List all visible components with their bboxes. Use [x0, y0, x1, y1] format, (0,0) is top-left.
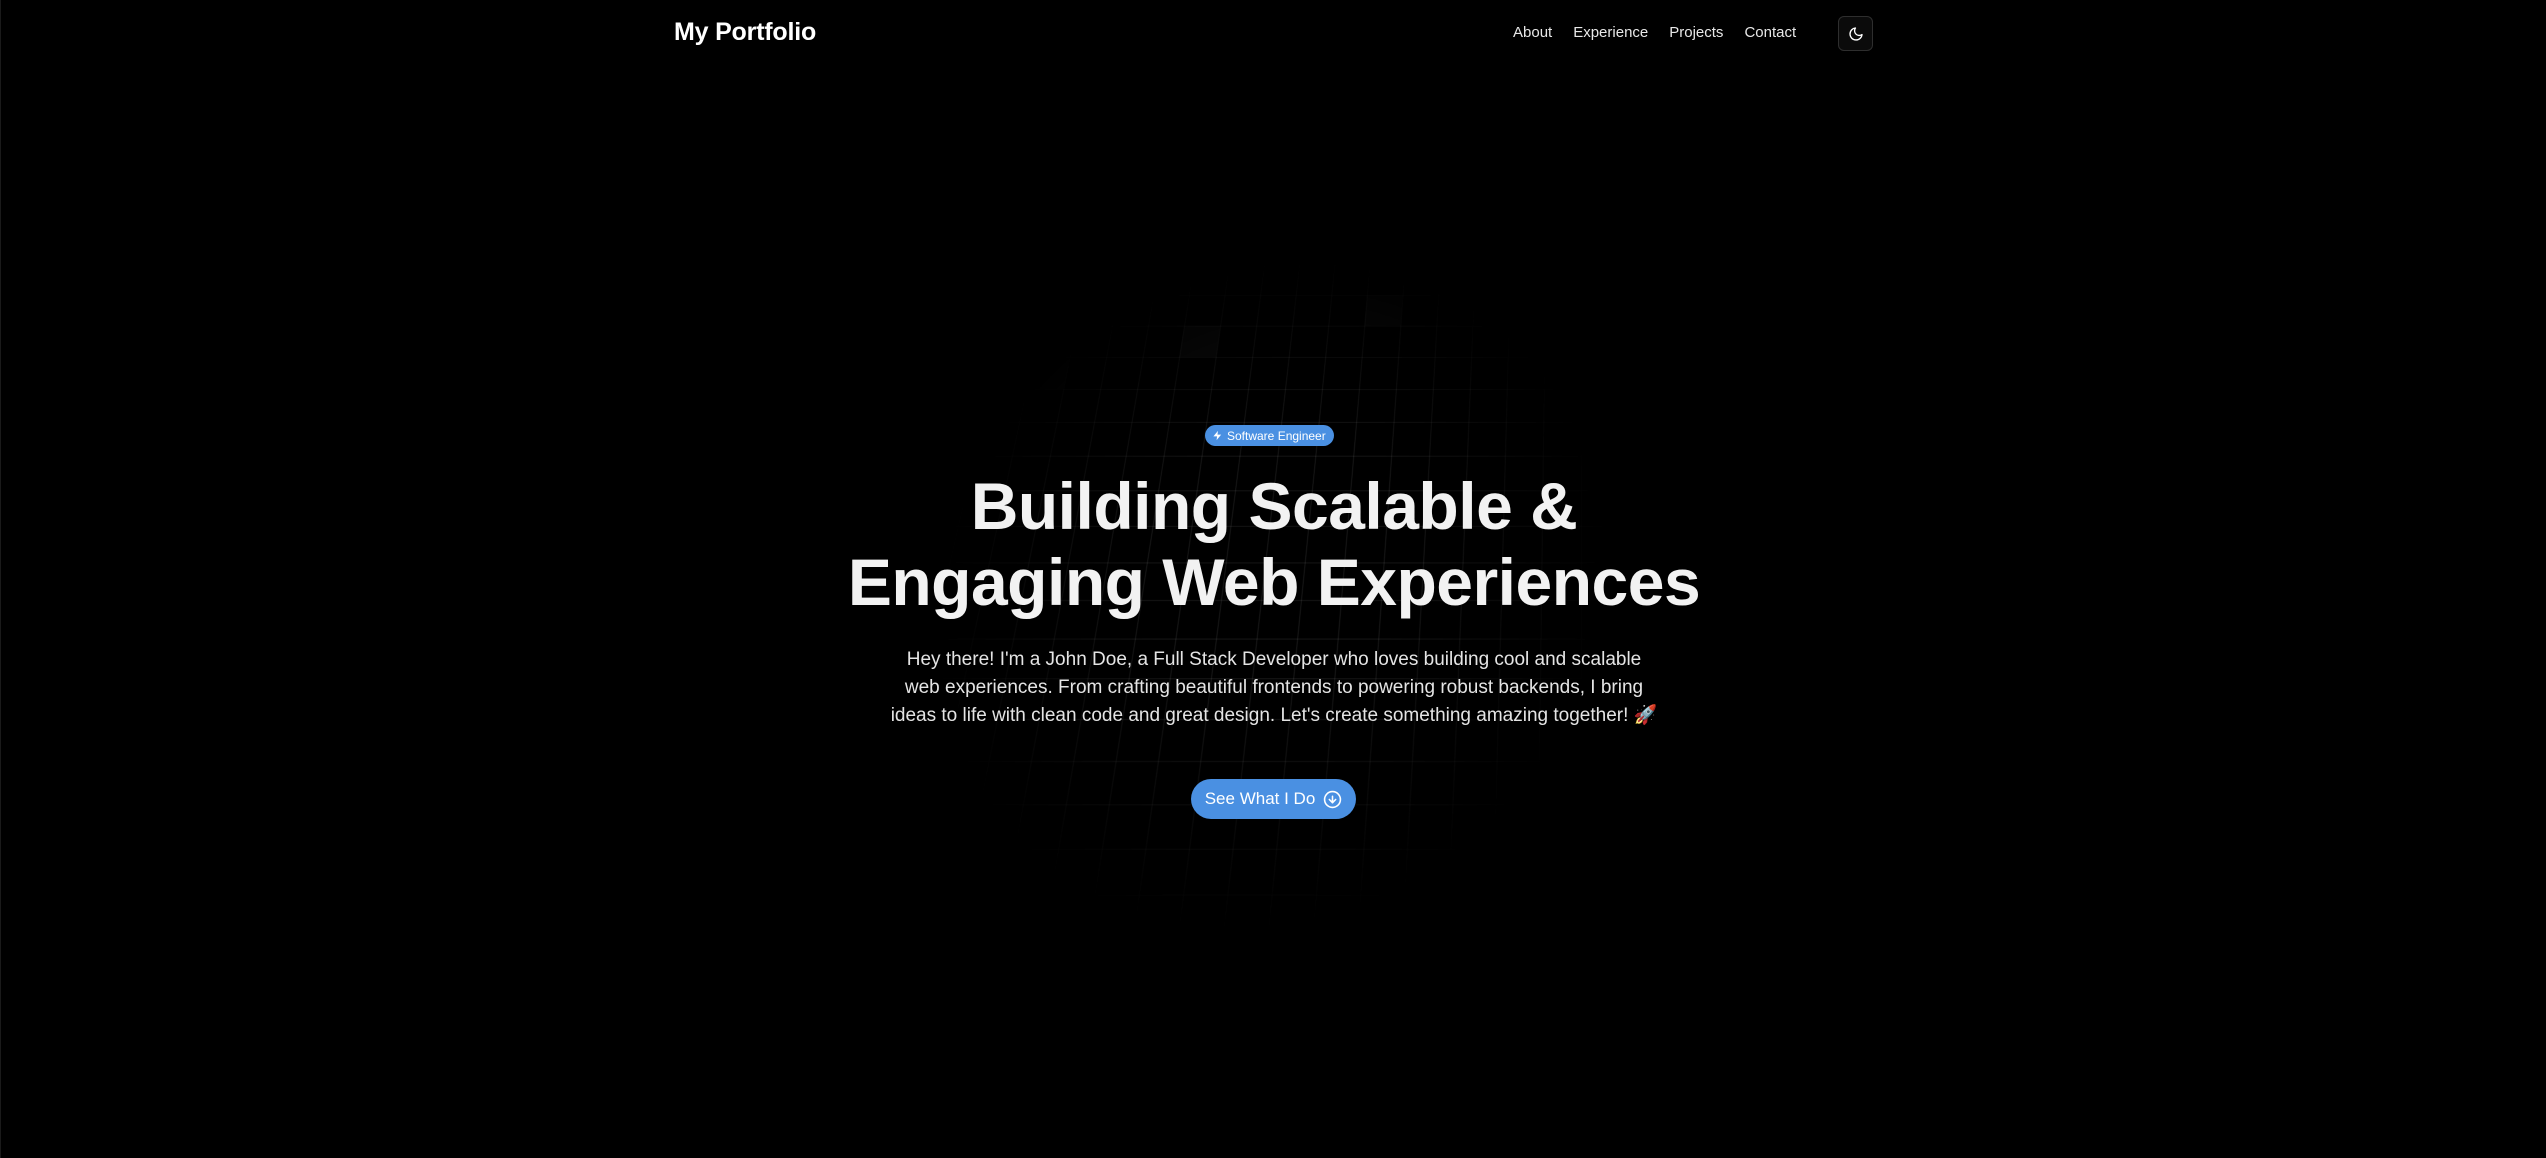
hero-description: Hey there! I'm a John Doe, a Full Stack …	[889, 646, 1659, 730]
hero-title-line-2: Engaging Web Experiences	[1, 544, 2546, 620]
role-badge-label: Software Engineer	[1227, 429, 1326, 443]
role-badge: Software Engineer	[1205, 425, 1334, 446]
lightning-icon	[1212, 430, 1223, 441]
arrow-down-circle-icon	[1323, 790, 1342, 809]
portfolio-page: My Portfolio About Experience Projects C…	[0, 0, 2546, 1158]
hero-section: Software Engineer Building Scalable & En…	[1, 0, 2546, 1158]
cta-label: See What I Do	[1205, 789, 1316, 809]
see-what-i-do-button[interactable]: See What I Do	[1191, 779, 1356, 819]
hero-title: Building Scalable & Engaging Web Experie…	[1, 468, 2546, 620]
hero-title-line-1: Building Scalable &	[1, 468, 2546, 544]
